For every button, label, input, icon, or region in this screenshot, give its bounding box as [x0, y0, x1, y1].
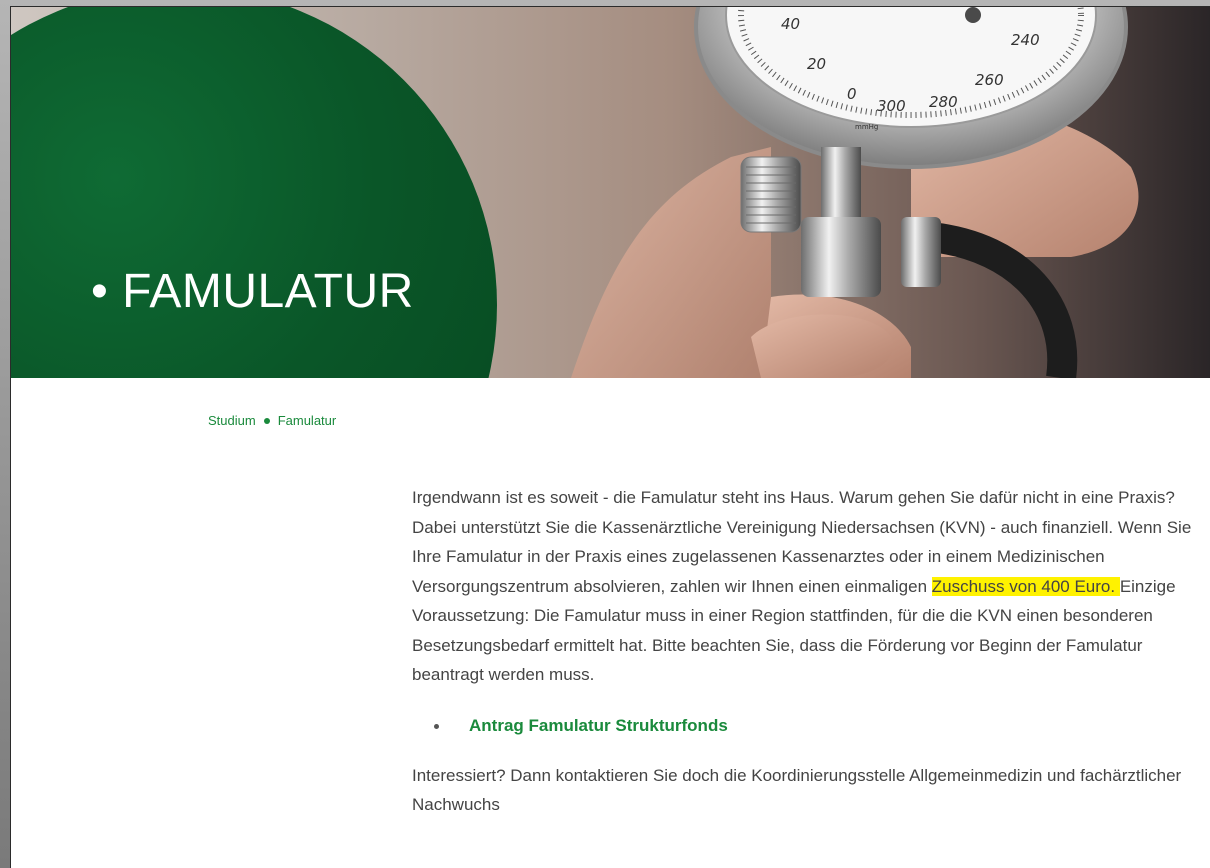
- page: 40 20 0 300 280 260 240 mmHg • FAMULATUR…: [10, 6, 1210, 868]
- gauge-label: 240: [1011, 31, 1040, 49]
- contact-paragraph: Interessiert? Dann kontaktieren Sie doch…: [412, 765, 1182, 815]
- breadcrumb-item-studium[interactable]: Studium: [208, 413, 256, 428]
- gauge-label: 20: [807, 55, 826, 73]
- article-body: Irgendwann ist es soweit - die Famulatur…: [412, 483, 1210, 820]
- gauge-label: 300: [877, 97, 906, 115]
- gauge-label: 0: [847, 85, 857, 103]
- gauge-label: 40: [781, 15, 800, 33]
- link-antrag-famulatur-strukturfonds[interactable]: Antrag Famulatur Strukturfonds: [469, 711, 728, 741]
- hero-banner: 40 20 0 300 280 260 240 mmHg • FAMULATUR: [11, 7, 1210, 378]
- gauge-label: 260: [975, 71, 1004, 89]
- gauge-label: 280: [929, 93, 958, 111]
- breadcrumb: Studium Famulatur: [208, 413, 336, 428]
- page-title: • FAMULATUR: [91, 265, 414, 318]
- download-list: Antrag Famulatur Strukturfonds: [412, 711, 1210, 741]
- intro-paragraph: Irgendwann ist es soweit - die Famulatur…: [412, 483, 1210, 690]
- gauge-unit: mmHg: [855, 123, 878, 131]
- window-frame: 40 20 0 300 280 260 240 mmHg • FAMULATUR…: [0, 0, 1210, 868]
- bullet-icon: [434, 724, 439, 729]
- breadcrumb-item-famulatur[interactable]: Famulatur: [278, 413, 337, 428]
- highlighted-subsidy: Zuschuss von 400 Euro.: [931, 576, 1120, 596]
- list-item: Antrag Famulatur Strukturfonds: [434, 711, 1210, 741]
- breadcrumb-separator-dot: [263, 417, 270, 424]
